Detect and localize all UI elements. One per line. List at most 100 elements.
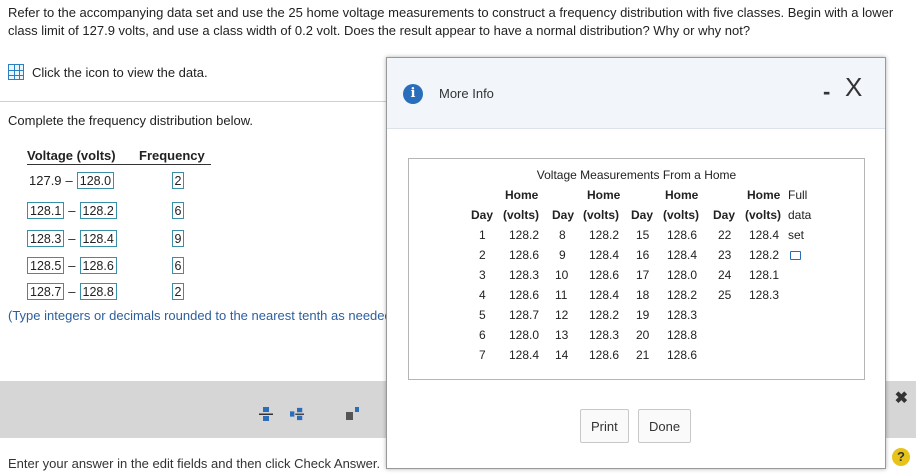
volts-cell: 128.8 — [667, 328, 698, 342]
volts-cell: 128.6 — [589, 268, 620, 282]
volts-cell: 128.4 — [589, 248, 620, 262]
range-dash: – — [68, 231, 76, 246]
footer-instruction: Enter your answer in the edit fields and… — [8, 456, 381, 471]
help-icon[interactable]: ? — [892, 448, 910, 466]
header-day: Day — [471, 208, 494, 222]
frequency-input[interactable]: 2 — [172, 283, 184, 300]
table-row: 128.3 – 128.4 9 — [27, 230, 184, 247]
volts-cell: 128.6 — [667, 228, 698, 242]
header-day: Day — [552, 208, 575, 222]
volts-cell: 128.6 — [667, 348, 698, 362]
volts-cell: 128.6 — [509, 248, 540, 262]
volts-cell: 128.7 — [509, 308, 540, 322]
mixed-number-tool-icon[interactable] — [290, 406, 304, 422]
instruction-text: Complete the frequency distribution belo… — [8, 113, 253, 128]
view-data-label[interactable]: Click the icon to view the data. — [32, 65, 208, 80]
frequency-input[interactable]: 6 — [172, 202, 184, 219]
more-info-dialog: i More Info - X Voltage Measurements Fro… — [386, 57, 886, 469]
table-row: 127.9 – 128.0 2 — [27, 172, 184, 189]
table-row: 128.1 – 128.2 6 — [27, 202, 184, 219]
volts-cell: 128.2 — [509, 228, 540, 242]
volts-cell: 128.3 — [667, 308, 698, 322]
frequency-table: Voltage (volts) Frequency 127.9 – 128.0 … — [27, 148, 211, 300]
upper-limit-input[interactable]: 128.4 — [79, 230, 117, 247]
header-day: Day — [713, 208, 736, 222]
frequency-input[interactable]: 9 — [172, 230, 184, 247]
input-hint: (Type integers or decimals rounded to th… — [8, 308, 400, 323]
header-full: Full — [788, 188, 808, 202]
open-data-icon[interactable] — [790, 248, 801, 262]
lower-limit-input[interactable]: 128.7 — [27, 283, 65, 300]
day-cell: 9 — [559, 248, 566, 262]
day-cell: 2 — [479, 248, 486, 262]
day-cell: 14 — [555, 348, 569, 362]
print-button[interactable]: Print — [580, 409, 629, 443]
upper-limit-input[interactable]: 128.6 — [79, 257, 117, 274]
day-cell: 23 — [718, 248, 732, 262]
volts-cell: 128.2 — [589, 308, 620, 322]
lower-limit: 127.9 — [29, 173, 62, 188]
table-row: 128.5 – 128.6 6 — [27, 257, 184, 274]
volts-cell: 128.6 — [589, 348, 620, 362]
day-cell: 13 — [555, 328, 569, 342]
voltage-column-header: Voltage (volts) — [27, 148, 116, 163]
data-table-icon[interactable] — [8, 64, 24, 80]
header-day: Day — [631, 208, 654, 222]
day-cell: 21 — [636, 348, 650, 362]
done-button[interactable]: Done — [638, 409, 692, 443]
data-table-title: Voltage Measurements From a Home — [536, 168, 737, 182]
volts-cell: 128.3 — [589, 328, 620, 342]
question-text: Refer to the accompanying data set and u… — [8, 5, 894, 38]
volts-cell: 128.4 — [509, 348, 540, 362]
day-cell: 8 — [559, 228, 566, 242]
dialog-title: More Info — [439, 86, 494, 101]
header-home: Home — [505, 188, 539, 202]
lower-limit-input[interactable]: 128.3 — [27, 230, 65, 247]
close-toolbar-icon[interactable]: ✖ — [895, 388, 908, 408]
range-dash: – — [68, 258, 76, 273]
day-cell: 16 — [636, 248, 650, 262]
range-dash: – — [68, 203, 76, 218]
header-volts: (volts) — [745, 208, 781, 222]
header-home: Home — [665, 188, 699, 202]
volts-cell: 128.2 — [667, 288, 698, 302]
day-cell: 12 — [555, 308, 569, 322]
day-cell: 24 — [718, 268, 732, 282]
day-cell: 17 — [636, 268, 650, 282]
lower-limit-input[interactable]: 128.1 — [27, 202, 65, 219]
view-data-link[interactable]: Click the icon to view the data. — [8, 64, 208, 80]
dialog-header: i More Info - X — [387, 58, 885, 129]
upper-limit-input[interactable]: 128.0 — [76, 172, 115, 189]
close-button[interactable]: X — [845, 72, 862, 102]
frequency-input[interactable]: 2 — [172, 172, 184, 189]
info-icon: i — [403, 84, 423, 104]
day-cell: 4 — [479, 288, 486, 302]
volts-cell: 128.1 — [749, 268, 780, 282]
day-cell: 5 — [479, 308, 486, 322]
frequency-input[interactable]: 6 — [172, 257, 184, 274]
day-cell: 18 — [636, 288, 650, 302]
upper-limit-input[interactable]: 128.2 — [79, 202, 117, 219]
exponent-tool-icon[interactable] — [346, 406, 360, 422]
header-data: data — [788, 208, 812, 222]
volts-cell: 128.6 — [509, 288, 540, 302]
minimize-button[interactable]: - — [823, 81, 830, 103]
day-cell: 19 — [636, 308, 650, 322]
day-cell: 22 — [718, 228, 732, 242]
header-home: Home — [747, 188, 781, 202]
header-volts: (volts) — [583, 208, 619, 222]
table-row: 128.7 – 128.8 2 — [27, 283, 184, 300]
day-cell: 20 — [636, 328, 650, 342]
volts-cell: 128.3 — [749, 288, 780, 302]
lower-limit-input[interactable]: 128.5 — [27, 257, 65, 274]
upper-limit-input[interactable]: 128.8 — [79, 283, 117, 300]
day-cell: 15 — [636, 228, 650, 242]
header-home: Home — [587, 188, 621, 202]
volts-cell: 128.4 — [667, 248, 698, 262]
volts-cell: 128.2 — [749, 248, 780, 262]
range-dash: – — [65, 173, 73, 188]
day-cell: 10 — [555, 268, 569, 282]
header-volts: (volts) — [663, 208, 699, 222]
fraction-tool-icon[interactable] — [259, 406, 273, 422]
day-cell: 3 — [479, 268, 486, 282]
